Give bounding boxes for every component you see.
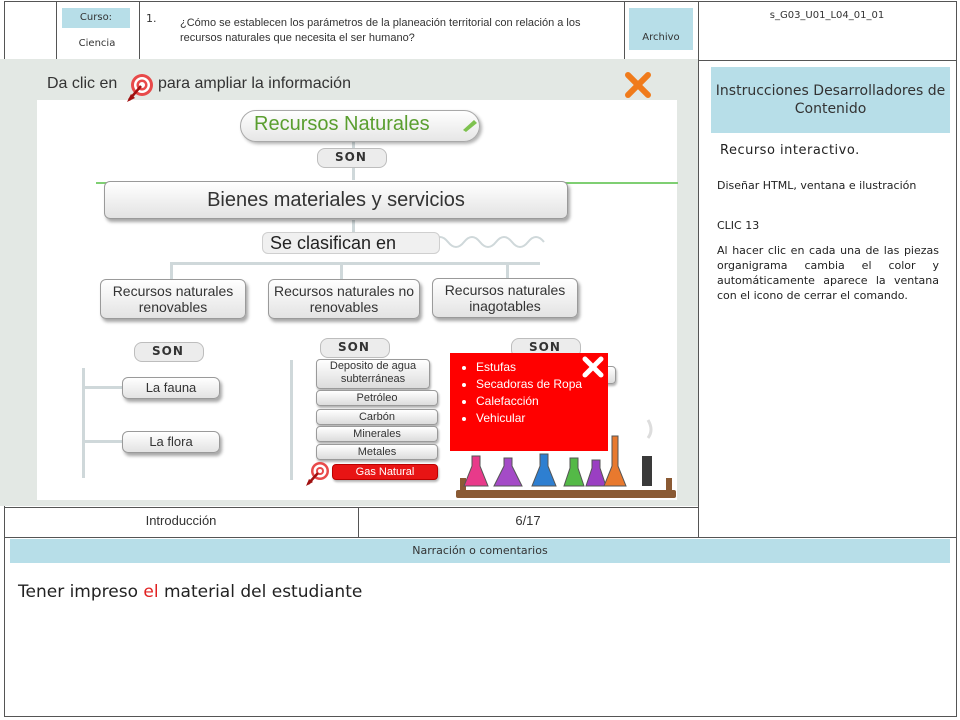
target-click-icon: [127, 74, 153, 102]
decorative-swirl: [431, 236, 545, 248]
resource-type: Recurso interactivo.: [720, 143, 860, 158]
table-col-divider: [56, 1, 57, 60]
section-label: Introducción: [145, 513, 217, 528]
page-title: Recursos Naturales: [254, 113, 430, 135]
table-border-top: [4, 1, 957, 2]
instruction-line-1: Diseñar HTML, ventana e ilustración: [717, 179, 917, 192]
connector-line: [82, 440, 122, 443]
hint-text-before: Da clic en: [47, 75, 118, 92]
item-deposito-agua[interactable]: Deposito de agua subterráneas: [316, 359, 430, 389]
table-row-divider: [4, 537, 957, 538]
instruction-line-3: Al hacer clic en cada una de las piezas …: [717, 244, 939, 302]
category-renovables[interactable]: Recursos naturales renovables: [100, 279, 246, 319]
course-label: Curso:: [62, 8, 130, 28]
connector-line: [82, 368, 85, 478]
son-label: SON: [529, 340, 561, 354]
table-border-bottom: [4, 716, 957, 717]
close-icon[interactable]: [623, 70, 653, 100]
narration-text: Tener impreso el material del estudiante: [18, 582, 362, 602]
course-value: Ciencia: [78, 38, 116, 49]
instructions-title: Instrucciones Desarrolladores de Conteni…: [711, 67, 950, 133]
narration-label: Narración o comentarios: [10, 539, 950, 563]
son-label: SON: [338, 340, 370, 354]
item-flora[interactable]: La flora: [122, 431, 220, 453]
hint-text-after: para ampliar la información: [158, 75, 351, 92]
narration-text-after: material del estudiante: [158, 582, 363, 602]
item-fauna[interactable]: La fauna: [122, 377, 220, 399]
category-no-renovables[interactable]: Recursos naturales no renovables: [268, 279, 420, 319]
narration-text-before: Tener impreso: [18, 582, 144, 602]
archive-label: Archivo: [629, 8, 693, 50]
item-gas-natural[interactable]: Gas Natural: [332, 464, 438, 480]
connector-line: [82, 386, 122, 389]
bienes-node[interactable]: Bienes materiales y servicios: [104, 181, 568, 219]
popup-item-calefaccion: Calefacción: [476, 393, 608, 410]
popup-close-icon[interactable]: [580, 354, 606, 380]
question-text: ¿Cómo se establecen los parámetros de la…: [180, 17, 581, 44]
table-border-right: [956, 1, 957, 717]
item-metales[interactable]: Metales: [316, 444, 438, 460]
connector-line: [290, 360, 293, 480]
pencil-icon: [463, 120, 477, 132]
item-petroleo[interactable]: Petróleo: [316, 390, 438, 406]
item-minerales[interactable]: Minerales: [316, 426, 438, 442]
table-row-divider: [4, 507, 698, 508]
son-label: SON: [335, 150, 367, 164]
document-code: s_G03_U01_L04_01_01: [769, 10, 885, 21]
item-carbon[interactable]: Carbón: [316, 409, 438, 425]
table-col-divider: [698, 1, 699, 537]
category-inagotables[interactable]: Recursos naturales inagotables: [432, 278, 578, 318]
target-click-icon: [306, 462, 329, 486]
clasifican-label: Se clasifican en: [270, 233, 397, 253]
question-number: 1.: [146, 12, 157, 25]
narration-text-highlight: el: [143, 582, 159, 602]
table-col-divider: [139, 1, 140, 60]
table-col-divider: [624, 1, 625, 60]
instruction-line-2: CLIC 13: [717, 219, 760, 232]
connector-line: [170, 262, 540, 265]
son-label: SON: [152, 344, 184, 358]
popup-item-vehicular: Vehicular: [476, 410, 608, 427]
page-counter: 6/17: [515, 513, 541, 528]
